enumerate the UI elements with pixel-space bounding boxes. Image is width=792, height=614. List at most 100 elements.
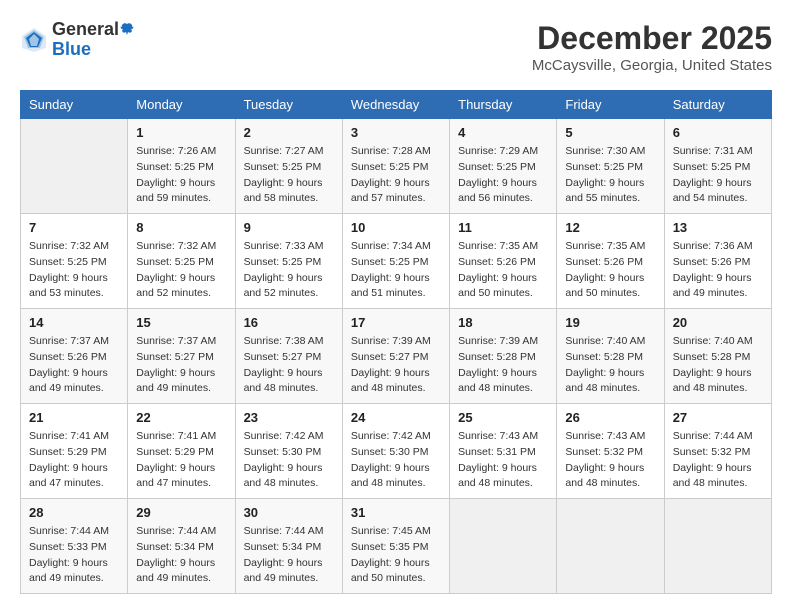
calendar-cell: 25 Sunrise: 7:43 AMSunset: 5:31 PMDayligh… (450, 404, 557, 499)
day-info: Sunrise: 7:29 AMSunset: 5:25 PMDaylight:… (458, 144, 548, 207)
calendar-cell: 16 Sunrise: 7:38 AMSunset: 5:27 PMDayligh… (235, 309, 342, 404)
day-info: Sunrise: 7:39 AMSunset: 5:27 PMDaylight:… (351, 334, 441, 397)
calendar-cell: 6 Sunrise: 7:31 AMSunset: 5:25 PMDaylight… (664, 119, 771, 214)
day-number: 18 (458, 315, 548, 330)
day-number: 29 (136, 505, 226, 520)
day-info: Sunrise: 7:36 AMSunset: 5:26 PMDaylight:… (673, 239, 763, 302)
title-block: December 2025 McCaysville, Georgia, Unit… (532, 20, 772, 74)
calendar-cell: 17 Sunrise: 7:39 AMSunset: 5:27 PMDayligh… (342, 309, 449, 404)
day-info: Sunrise: 7:42 AMSunset: 5:30 PMDaylight:… (351, 429, 441, 492)
logo-general: General (52, 20, 119, 40)
day-info: Sunrise: 7:33 AMSunset: 5:25 PMDaylight:… (244, 239, 334, 302)
calendar-cell: 3Sunrise: 7:28 AMSunset: 5:25 PMDaylight… (342, 119, 449, 214)
day-number: 26 (565, 410, 655, 425)
day-number: 11 (458, 220, 548, 235)
weekday-header-wednesday: Wednesday (342, 91, 449, 119)
calendar-cell (557, 499, 664, 594)
day-number: 10 (351, 220, 441, 235)
calendar-cell: 31Sunrise: 7:45 AMSunset: 5:35 PMDayligh… (342, 499, 449, 594)
calendar-cell: 30 Sunrise: 7:44 AMSunset: 5:34 PMDayligh… (235, 499, 342, 594)
day-number: 30 (244, 505, 334, 520)
calendar-cell: 20 Sunrise: 7:40 AMSunset: 5:28 PMDayligh… (664, 309, 771, 404)
day-info: Sunrise: 7:34 AMSunset: 5:25 PMDaylight:… (351, 239, 441, 302)
calendar-cell: 21 Sunrise: 7:41 AMSunset: 5:29 PMDayligh… (21, 404, 128, 499)
day-number: 1 (136, 125, 226, 140)
calendar-cell: 10 Sunrise: 7:34 AMSunset: 5:25 PMDayligh… (342, 214, 449, 309)
day-info: Sunrise: 7:41 AMSunset: 5:29 PMDaylight:… (29, 429, 119, 492)
day-number: 4 (458, 125, 548, 140)
day-number: 15 (136, 315, 226, 330)
day-number: 8 (136, 220, 226, 235)
day-number: 17 (351, 315, 441, 330)
weekday-header-row: SundayMondayTuesdayWednesdayThursdayFrid… (21, 91, 772, 119)
calendar-cell: 5Sunrise: 7:30 AMSunset: 5:25 PMDaylight… (557, 119, 664, 214)
calendar-table: SundayMondayTuesdayWednesdayThursdayFrid… (20, 90, 772, 594)
day-info: Sunrise: 7:32 AMSunset: 5:25 PMDaylight:… (136, 239, 226, 302)
day-info: Sunrise: 7:39 AMSunset: 5:28 PMDaylight:… (458, 334, 548, 397)
day-info: Sunrise: 7:44 AMSunset: 5:32 PMDaylight:… (673, 429, 763, 492)
day-number: 16 (244, 315, 334, 330)
location-title: McCaysville, Georgia, United States (532, 57, 772, 74)
day-info: Sunrise: 7:44 AMSunset: 5:33 PMDaylight:… (29, 524, 119, 587)
calendar-cell: 28 Sunrise: 7:44 AMSunset: 5:33 PMDayligh… (21, 499, 128, 594)
day-number: 24 (351, 410, 441, 425)
day-number: 25 (458, 410, 548, 425)
calendar-cell: 27 Sunrise: 7:44 AMSunset: 5:32 PMDayligh… (664, 404, 771, 499)
day-info: Sunrise: 7:42 AMSunset: 5:30 PMDaylight:… (244, 429, 334, 492)
month-title: December 2025 (532, 20, 772, 57)
calendar-cell: 24 Sunrise: 7:42 AMSunset: 5:30 PMDayligh… (342, 404, 449, 499)
day-info: Sunrise: 7:31 AMSunset: 5:25 PMDaylight:… (673, 144, 763, 207)
logo-icon (20, 26, 48, 54)
calendar-cell (664, 499, 771, 594)
calendar-cell: 8 Sunrise: 7:32 AMSunset: 5:25 PMDaylight… (128, 214, 235, 309)
calendar-week-row: 14 Sunrise: 7:37 AMSunset: 5:26 PMDayligh… (21, 309, 772, 404)
day-info: Sunrise: 7:43 AMSunset: 5:32 PMDaylight:… (565, 429, 655, 492)
logo-bird-icon (120, 22, 134, 36)
logo: General Blue (20, 20, 134, 60)
day-number: 31 (351, 505, 441, 520)
calendar-week-row: 21 Sunrise: 7:41 AMSunset: 5:29 PMDayligh… (21, 404, 772, 499)
day-number: 27 (673, 410, 763, 425)
day-info: Sunrise: 7:28 AMSunset: 5:25 PMDaylight:… (351, 144, 441, 207)
calendar-week-row: 1Sunrise: 7:26 AMSunset: 5:25 PMDaylight… (21, 119, 772, 214)
logo-blue: Blue (52, 40, 134, 60)
day-info: Sunrise: 7:44 AMSunset: 5:34 PMDaylight:… (136, 524, 226, 587)
day-number: 14 (29, 315, 119, 330)
day-info: Sunrise: 7:27 AMSunset: 5:25 PMDaylight:… (244, 144, 334, 207)
calendar-cell: 23Sunrise: 7:42 AMSunset: 5:30 PMDayligh… (235, 404, 342, 499)
day-info: Sunrise: 7:43 AMSunset: 5:31 PMDaylight:… (458, 429, 548, 492)
day-number: 7 (29, 220, 119, 235)
day-number: 12 (565, 220, 655, 235)
day-number: 28 (29, 505, 119, 520)
day-number: 21 (29, 410, 119, 425)
calendar-cell: 14 Sunrise: 7:37 AMSunset: 5:26 PMDayligh… (21, 309, 128, 404)
calendar-cell: 4 Sunrise: 7:29 AMSunset: 5:25 PMDaylight… (450, 119, 557, 214)
calendar-cell: 22Sunrise: 7:41 AMSunset: 5:29 PMDayligh… (128, 404, 235, 499)
day-number: 20 (673, 315, 763, 330)
day-info: Sunrise: 7:37 AMSunset: 5:26 PMDaylight:… (29, 334, 119, 397)
day-number: 6 (673, 125, 763, 140)
day-number: 5 (565, 125, 655, 140)
calendar-week-row: 28 Sunrise: 7:44 AMSunset: 5:33 PMDayligh… (21, 499, 772, 594)
day-info: Sunrise: 7:37 AMSunset: 5:27 PMDaylight:… (136, 334, 226, 397)
day-number: 19 (565, 315, 655, 330)
day-info: Sunrise: 7:38 AMSunset: 5:27 PMDaylight:… (244, 334, 334, 397)
day-info: Sunrise: 7:41 AMSunset: 5:29 PMDaylight:… (136, 429, 226, 492)
day-info: Sunrise: 7:44 AMSunset: 5:34 PMDaylight:… (244, 524, 334, 587)
calendar-cell: 26 Sunrise: 7:43 AMSunset: 5:32 PMDayligh… (557, 404, 664, 499)
calendar-cell: 13 Sunrise: 7:36 AMSunset: 5:26 PMDayligh… (664, 214, 771, 309)
calendar-cell: 1Sunrise: 7:26 AMSunset: 5:25 PMDaylight… (128, 119, 235, 214)
day-info: Sunrise: 7:35 AMSunset: 5:26 PMDaylight:… (565, 239, 655, 302)
weekday-header-tuesday: Tuesday (235, 91, 342, 119)
calendar-cell: 2Sunrise: 7:27 AMSunset: 5:25 PMDaylight… (235, 119, 342, 214)
day-info: Sunrise: 7:32 AMSunset: 5:25 PMDaylight:… (29, 239, 119, 302)
calendar-cell: 29 Sunrise: 7:44 AMSunset: 5:34 PMDayligh… (128, 499, 235, 594)
weekday-header-saturday: Saturday (664, 91, 771, 119)
weekday-header-thursday: Thursday (450, 91, 557, 119)
calendar-cell: 18 Sunrise: 7:39 AMSunset: 5:28 PMDayligh… (450, 309, 557, 404)
calendar-cell: 15 Sunrise: 7:37 AMSunset: 5:27 PMDayligh… (128, 309, 235, 404)
day-number: 13 (673, 220, 763, 235)
day-info: Sunrise: 7:40 AMSunset: 5:28 PMDaylight:… (673, 334, 763, 397)
weekday-header-sunday: Sunday (21, 91, 128, 119)
page-header: General Blue December 2025 McCaysville, … (20, 20, 772, 74)
